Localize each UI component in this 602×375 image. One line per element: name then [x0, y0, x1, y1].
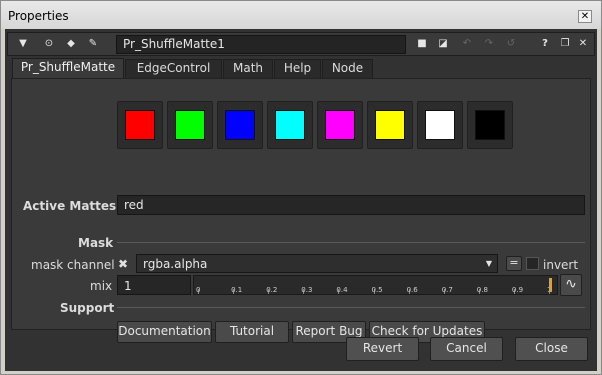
revert-button[interactable]: Revert	[346, 337, 419, 361]
support-divider	[117, 307, 585, 308]
mix-slider-handle[interactable]	[549, 278, 552, 292]
redo-icon[interactable]: ↷	[480, 35, 498, 53]
mix-input[interactable]: 1	[117, 275, 191, 295]
close-icon[interactable]: ✕	[578, 10, 592, 23]
slider-tick-label: 0.9	[511, 286, 524, 294]
swatch-red-button[interactable]	[117, 101, 163, 149]
tab-edgecontrol[interactable]: EdgeControl	[125, 59, 222, 78]
slider-tick-label: 0.2	[266, 286, 278, 294]
mask-channel-value: rgba.alpha	[143, 257, 208, 271]
close-button[interactable]: Close	[515, 337, 588, 361]
channel-link-button[interactable]: =	[506, 256, 522, 271]
slider-tick-label: 0.1	[231, 286, 243, 294]
mask-section-label: Mask	[78, 236, 114, 250]
mask-disable-icon[interactable]: ✖	[118, 257, 128, 271]
swatch-magenta-button[interactable]	[317, 101, 363, 149]
swatch-white-chip	[425, 110, 455, 140]
swatch-black-button[interactable]	[467, 101, 513, 149]
revert-icon[interactable]: ↺	[502, 35, 520, 53]
mask-channel-dropdown[interactable]: rgba.alpha ▼	[136, 254, 498, 273]
node-toolbar: ▼ ⊙ ◆ ✎ Pr_ShuffleMatte1 ■ ◪ ↶ ↷ ↺ ? ❐ ✕	[7, 32, 595, 56]
tab-node[interactable]: Node	[322, 59, 373, 78]
mix-slider[interactable]: 00.10.20.30.40.50.60.70.80.91	[193, 275, 558, 295]
invert-checkbox[interactable]	[526, 257, 539, 270]
swatch-black-chip	[475, 110, 505, 140]
font-color-icon[interactable]: ◪	[434, 35, 452, 53]
swatch-cyan-button[interactable]	[267, 101, 313, 149]
tab-help[interactable]: Help	[274, 59, 321, 78]
node-color-icon[interactable]: ◆	[62, 35, 80, 53]
tile-color-icon[interactable]: ■	[413, 35, 431, 53]
active-mattes-field[interactable]: red	[117, 195, 585, 215]
swatch-yellow-chip	[375, 110, 405, 140]
window-title: Properties	[8, 9, 69, 23]
cancel-button[interactable]: Cancel	[430, 337, 503, 361]
slider-tick-label: 0.8	[476, 286, 488, 294]
swatch-magenta-chip	[325, 110, 355, 140]
slider-tick-label: 0.4	[336, 286, 348, 294]
swatch-yellow-button[interactable]	[367, 101, 413, 149]
animation-curve-icon[interactable]: ∿	[560, 274, 582, 296]
slider-tick-label: 0.5	[371, 286, 383, 294]
properties-panel: ▼ ⊙ ◆ ✎ Pr_ShuffleMatte1 ■ ◪ ↶ ↷ ↺ ? ❐ ✕…	[5, 29, 597, 371]
swatch-red-chip	[125, 110, 155, 140]
help-icon[interactable]: ?	[536, 35, 554, 53]
mask-channel-label: mask channel	[31, 258, 115, 272]
slider-tick-label: 0.6	[406, 286, 418, 294]
swatch-blue-button[interactable]	[217, 101, 263, 149]
collapse-arrow-icon[interactable]: ▼	[14, 35, 32, 53]
slider-tick-label: 0	[196, 286, 201, 294]
swatch-cyan-chip	[275, 110, 305, 140]
float-icon[interactable]: ❐	[556, 35, 574, 53]
swatch-green-chip	[175, 110, 205, 140]
chevron-down-icon: ▼	[485, 259, 492, 268]
active-mattes-label: Active Mattes	[23, 199, 117, 213]
mix-label: mix	[90, 279, 113, 293]
swatch-green-button[interactable]	[167, 101, 213, 149]
support-section-label: Support	[60, 301, 115, 315]
undo-icon[interactable]: ↶	[458, 35, 476, 53]
title-bar: Properties ✕	[1, 1, 601, 29]
mask-divider	[117, 242, 585, 243]
slider-tick-label: 0.7	[441, 286, 453, 294]
viewer-icon[interactable]: ⊙	[40, 35, 58, 53]
wrench-icon[interactable]: ✎	[84, 35, 102, 53]
tab-math[interactable]: Math	[223, 59, 273, 78]
tab-pr-shufflematte[interactable]: Pr_ShuffleMatte	[12, 58, 124, 79]
slider-tick-label: 0.3	[301, 286, 313, 294]
invert-label: invert	[543, 258, 579, 272]
swatch-blue-chip	[225, 110, 255, 140]
swatch-white-button[interactable]	[417, 101, 463, 149]
documentation-button[interactable]: Documentation	[117, 321, 212, 343]
tutorial-button[interactable]: Tutorial	[215, 321, 289, 343]
properties-window: Properties ✕ ▼ ⊙ ◆ ✎ Pr_ShuffleMatte1 ■ …	[0, 0, 602, 375]
tab-content: Active Mattes red Mask mask channel ✖ rg…	[11, 78, 591, 343]
node-name-field[interactable]: Pr_ShuffleMatte1	[116, 35, 406, 54]
close-panel-icon[interactable]: ✕	[574, 35, 592, 53]
